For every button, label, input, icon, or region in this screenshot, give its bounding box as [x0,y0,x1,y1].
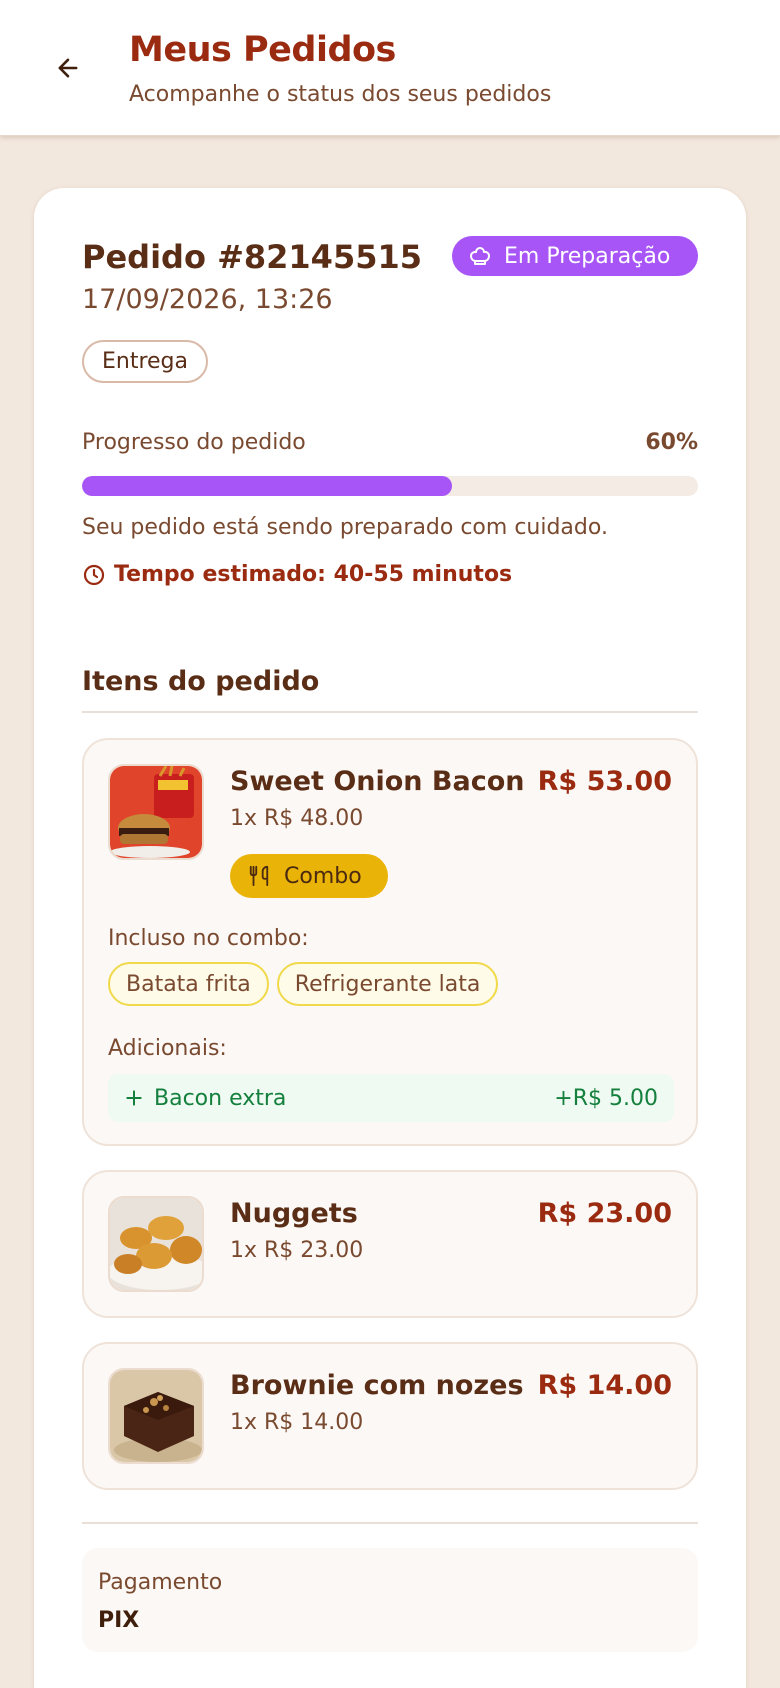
item-name: Brownie com nozes [230,1370,524,1401]
payment-method: PIX [98,1608,140,1633]
estimated-time: Tempo estimado: 40-55 minutos [82,562,512,587]
chef-hat-icon [469,247,490,265]
item-quantity: 1x R$ 23.00 [230,1238,364,1263]
progress-bar-fill [82,476,452,496]
progress-percent: 60% [645,430,698,455]
payment-section: Pagamento PIX [82,1548,698,1652]
combo-badge-label: Combo [284,863,362,889]
progress-bar [82,476,698,496]
item-price: R$ 23.00 [537,1198,672,1229]
progress-label: Progresso do pedido [82,430,306,455]
combo-item-chip: Refrigerante lata [276,962,499,1006]
combo-item-chip: Batata frita [108,962,269,1006]
page-subtitle: Acompanhe o status dos seus pedidos [129,82,552,107]
order-item: Brownie com nozes 1x R$ 14.00 R$ 14.00 [82,1342,698,1490]
divider [82,711,698,713]
addon-price: +R$ 5.00 [554,1085,658,1111]
addon-name: Bacon extra [154,1085,287,1111]
order-item: Sweet Onion Bacon 1x R$ 48.00 R$ 53.00 C… [82,738,698,1146]
item-price: R$ 14.00 [537,1370,672,1401]
status-label: Em Preparação [504,243,671,269]
addons-label: Adicionais: [108,1036,227,1061]
item-image-nuggets [108,1196,204,1292]
item-name: Nuggets [230,1198,358,1229]
order-item: Nuggets 1x R$ 23.00 R$ 23.00 [82,1170,698,1318]
progress-message: Seu pedido está sendo preparado com cuid… [82,515,608,540]
items-section-title: Itens do pedido [82,666,320,697]
app-header: Meus Pedidos Acompanhe o status dos seus… [0,0,780,136]
item-image-burger [108,764,204,860]
divider [82,1522,698,1524]
plus-icon [126,1090,142,1106]
utensils-icon [249,865,269,887]
arrow-left-icon [58,58,78,78]
combo-includes-label: Incluso no combo: [108,926,309,951]
back-button[interactable] [48,48,88,88]
item-name: Sweet Onion Bacon [230,766,525,797]
status-badge: Em Preparação [452,236,698,276]
item-price: R$ 53.00 [537,766,672,797]
order-number: Pedido #82145515 [82,238,422,276]
item-image-brownie [108,1368,204,1464]
combo-badge: Combo [230,854,388,898]
item-quantity: 1x R$ 14.00 [230,1410,364,1435]
delivery-type-chip: Entrega [82,340,208,383]
order-date: 17/09/2026, 13:26 [82,284,333,315]
addon-row: Bacon extra +R$ 5.00 [108,1074,674,1122]
combo-items: Batata frita Refrigerante lata [108,962,499,1006]
item-quantity: 1x R$ 48.00 [230,806,364,831]
estimated-time-text: Tempo estimado: 40-55 minutos [114,562,513,587]
payment-label: Pagamento [98,1570,223,1595]
page-title: Meus Pedidos [129,30,396,70]
clock-icon [83,564,105,585]
